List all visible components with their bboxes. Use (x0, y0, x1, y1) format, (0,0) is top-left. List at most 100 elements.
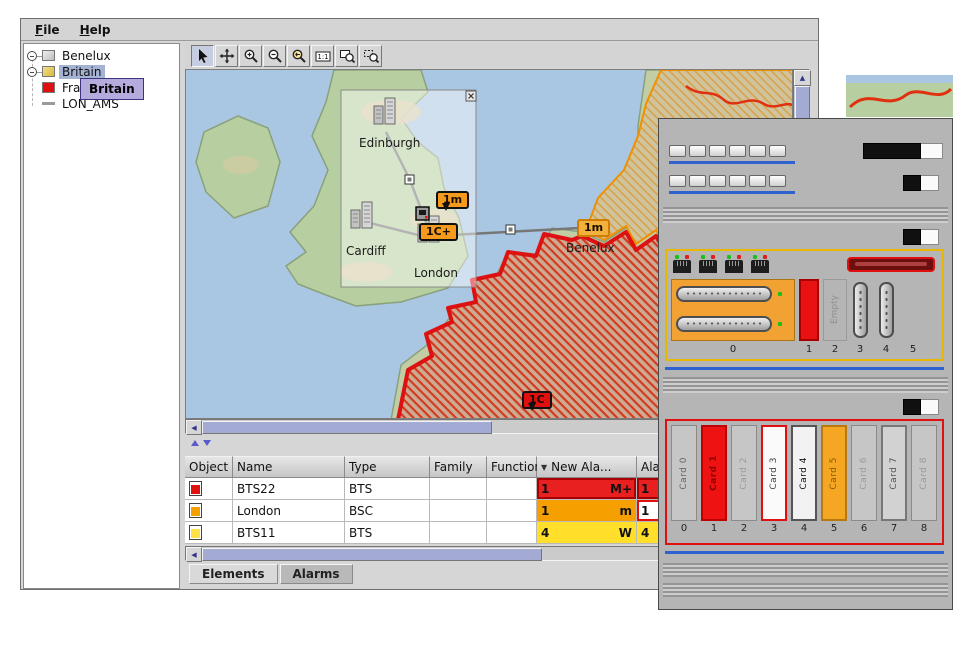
zoom-back-button[interactable] (287, 45, 310, 67)
tree-collapse-icon[interactable] (27, 51, 37, 61)
network-node-icon[interactable] (405, 175, 414, 184)
card-slot-2[interactable]: Card 2 (731, 425, 757, 521)
vent-grille (663, 563, 948, 577)
divider-collapse-up-icon[interactable] (191, 440, 199, 446)
bsc-node-icon[interactable] (416, 207, 429, 220)
key-button[interactable] (709, 145, 726, 157)
tree-collapse-icon[interactable] (27, 67, 37, 77)
divider-collapse-down-icon[interactable] (203, 440, 211, 446)
card-label: Card 6 (859, 457, 869, 490)
col-header-type[interactable]: Type (345, 456, 430, 478)
empty-slot-label: Empty (830, 295, 840, 324)
col-header-new-alarm[interactable]: ▼ New Ala... (537, 456, 637, 478)
switch-body (863, 143, 921, 159)
col-header-object[interactable]: Object (185, 456, 233, 478)
card-slot-4[interactable]: Card 4 (791, 425, 817, 521)
dsub-connector[interactable] (676, 286, 772, 302)
green-led (778, 292, 782, 296)
col-header-name[interactable]: Name (233, 456, 345, 478)
map-node-icon (42, 66, 55, 77)
rj45-port[interactable] (673, 255, 691, 273)
tab-alarms[interactable]: Alarms (280, 564, 353, 584)
slot-number: 1 (801, 344, 817, 355)
key-button[interactable] (749, 145, 766, 157)
mode-switch[interactable] (903, 175, 939, 191)
bsc-alarm-icon (189, 503, 202, 518)
family-cell (430, 500, 487, 522)
vertical-dsub-connector[interactable] (853, 282, 868, 338)
alarm-count: 1 (641, 482, 649, 496)
alarm-count: 1 (541, 482, 549, 496)
key-button[interactable] (689, 145, 706, 157)
switch-knob (921, 143, 943, 159)
col-header-function[interactable]: Function (487, 456, 537, 478)
tab-elements[interactable]: Elements (189, 564, 278, 584)
inset-close-icon[interactable] (466, 91, 476, 101)
vertical-dsub-connector[interactable] (879, 282, 894, 338)
slot-number: 4 (878, 344, 894, 355)
name-cell: London (233, 500, 345, 522)
rj45-jack-icon (673, 260, 691, 273)
key-button[interactable] (769, 145, 786, 157)
empty-slot[interactable]: Empty (823, 279, 847, 341)
key-button[interactable] (729, 145, 746, 157)
card-slot-1[interactable]: Card 1 (701, 425, 727, 521)
slot-number: 0 (671, 523, 697, 534)
card-slot-3[interactable]: Card 3 (761, 425, 787, 521)
zoom-area-button[interactable] (359, 45, 382, 67)
card-slot-7[interactable]: Card 7 (881, 425, 907, 521)
alarm-count: 1 (641, 504, 649, 518)
card-slot-6[interactable]: Card 6 (851, 425, 877, 521)
function-cell (487, 478, 537, 500)
alarm-badge-benelux-box[interactable]: 1m (577, 219, 610, 237)
dsub-connector[interactable] (676, 316, 772, 332)
alarm-badge-london-box[interactable]: 1C+ (419, 223, 458, 241)
card-slot-8[interactable]: Card 8 (911, 425, 937, 521)
power-switch[interactable] (863, 143, 943, 159)
alarm-badge-london-popup[interactable]: 1m (436, 191, 469, 209)
menu-help[interactable]: Help (72, 21, 119, 39)
select-tool-button[interactable] (191, 45, 214, 67)
alarm-count: 1 (541, 504, 549, 518)
major-alarm-card[interactable] (671, 279, 795, 341)
rj45-port[interactable] (751, 255, 769, 273)
slot-number: 5 (905, 344, 921, 355)
zoom-actual-button[interactable]: 1:1 (311, 45, 334, 67)
zoom-out-button[interactable] (263, 45, 286, 67)
horizontal-scroll-thumb[interactable] (202, 548, 542, 561)
alarm-badge-france-popup[interactable]: 1C (522, 391, 552, 409)
network-node-icon[interactable] (506, 225, 515, 234)
horizontal-scroll-thumb[interactable] (202, 421, 492, 434)
slot-number: 8 (911, 523, 937, 534)
tree-item-benelux[interactable]: Benelux (24, 48, 179, 64)
switch-body (903, 229, 921, 245)
key-button[interactable] (749, 175, 766, 187)
green-led (753, 255, 757, 259)
city-label-benelux: Benelux (566, 241, 615, 255)
menu-file[interactable]: File (27, 21, 68, 39)
col-header-family[interactable]: Family (430, 456, 487, 478)
key-button[interactable] (669, 175, 686, 187)
critical-alarm-card[interactable] (799, 279, 819, 341)
key-button[interactable] (709, 175, 726, 187)
rj45-port[interactable] (725, 255, 743, 273)
alarm-edge-connector[interactable] (847, 257, 935, 272)
card-slot-0[interactable]: Card 0 (671, 425, 697, 521)
red-led (685, 255, 689, 259)
zoom-in-button[interactable] (239, 45, 262, 67)
scroll-left-button[interactable]: ◀ (186, 420, 202, 435)
key-button[interactable] (729, 175, 746, 187)
card-label: Card 0 (679, 457, 689, 490)
shelf-switch[interactable] (903, 399, 939, 415)
green-led (701, 255, 705, 259)
shelf-switch[interactable] (903, 229, 939, 245)
key-button[interactable] (769, 175, 786, 187)
key-button[interactable] (669, 145, 686, 157)
pan-tool-button[interactable] (215, 45, 238, 67)
scroll-up-button[interactable]: ▲ (794, 70, 811, 86)
scroll-left-button[interactable]: ◀ (186, 547, 202, 562)
card-slot-5[interactable]: Card 5 (821, 425, 847, 521)
key-button[interactable] (689, 175, 706, 187)
rj45-port[interactable] (699, 255, 717, 273)
zoom-fit-button[interactable] (335, 45, 358, 67)
